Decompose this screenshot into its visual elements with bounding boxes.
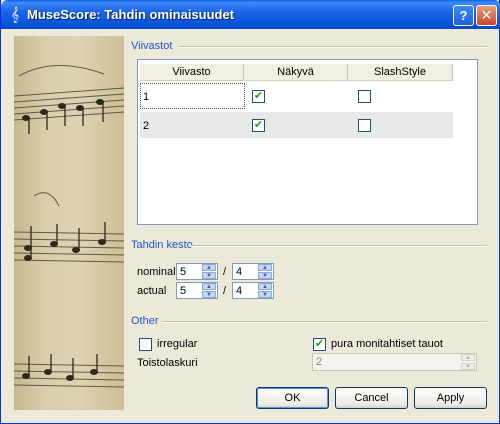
sheet-music-image — [14, 36, 124, 410]
irregular-checkbox[interactable] — [139, 338, 152, 351]
musescore-app-icon: 𝄞 — [10, 6, 20, 22]
column-header-staff[interactable]: Viivasto — [140, 64, 244, 81]
column-header-slashstyle[interactable]: SlashStyle — [348, 64, 453, 81]
nominal-label: nominal — [137, 266, 176, 278]
help-button[interactable]: ? — [453, 5, 474, 26]
spin-up-arrow-icon[interactable]: ▲ — [258, 264, 272, 271]
repeat-count-label: Toistolaskuri — [137, 357, 198, 369]
title-bar[interactable]: 𝄞 MuseScore: Tahdin ominaisuudet ? ✕ — [1, 0, 500, 29]
break-multimeasure-rests-checkbox[interactable]: ✔ — [313, 338, 326, 351]
spin-up-arrow-icon: ▲ — [461, 354, 475, 361]
spin-up-arrow-icon[interactable]: ▲ — [258, 283, 272, 290]
slashstyle-checkbox[interactable] — [358, 119, 371, 132]
staff-cell-editor[interactable] — [140, 83, 245, 109]
duration-section-divider — [191, 245, 487, 247]
fraction-separator: / — [223, 285, 227, 297]
other-section-divider — [162, 321, 487, 323]
irregular-label[interactable]: irregular — [157, 338, 197, 350]
spin-down-arrow-icon[interactable]: ▼ — [258, 272, 272, 279]
repeat-count-spinbox: 2 ▲ ▼ — [312, 353, 477, 371]
spin-value: 2 — [316, 356, 323, 368]
close-button[interactable]: ✕ — [476, 5, 497, 26]
visible-checkbox[interactable]: ✔ — [252, 119, 265, 132]
slashstyle-checkbox[interactable] — [358, 90, 371, 103]
column-header-visible[interactable]: Näkyvä — [244, 64, 348, 81]
nominal-denominator-spinbox[interactable]: 4 ▲ ▼ — [232, 263, 274, 280]
actual-label: actual — [137, 285, 167, 297]
duration-section-title: Tahdin kesto — [131, 239, 193, 251]
spin-up-arrow-icon[interactable]: ▲ — [202, 264, 216, 271]
window-title: MuseScore: Tahdin ominaisuudet — [27, 7, 235, 22]
other-section-title: Other — [131, 315, 159, 327]
ok-button[interactable]: OK — [256, 387, 329, 409]
spin-up-arrow-icon[interactable]: ▲ — [202, 283, 216, 290]
visible-checkbox[interactable]: ✔ — [252, 90, 265, 103]
spin-value: 4 — [236, 285, 243, 297]
actual-denominator-spinbox[interactable]: 4 ▲ ▼ — [232, 282, 274, 299]
staves-table[interactable]: Viivasto Näkyvä SlashStyle 1 ✔ 2 ✔ — [137, 59, 478, 225]
table-row[interactable]: 2 ✔ — [140, 112, 453, 138]
actual-numerator-spinbox[interactable]: 5 ▲ ▼ — [176, 282, 218, 299]
staff-number: 1 — [143, 91, 150, 103]
spin-down-arrow-icon[interactable]: ▼ — [202, 272, 216, 279]
nominal-numerator-spinbox[interactable]: 5 ▲ ▼ — [176, 263, 218, 280]
spin-value: 4 — [236, 266, 243, 278]
spin-down-arrow-icon[interactable]: ▼ — [258, 291, 272, 298]
staff-number: 2 — [143, 120, 150, 132]
cancel-button[interactable]: Cancel — [335, 387, 408, 409]
table-row[interactable]: 1 ✔ — [140, 83, 453, 109]
staves-section-divider — [179, 46, 487, 48]
break-multimeasure-rests-label[interactable]: pura monitahtiset tauot — [331, 338, 443, 350]
spin-value: 5 — [180, 266, 187, 278]
spin-value: 5 — [180, 285, 187, 297]
apply-button[interactable]: Apply — [414, 387, 487, 409]
dialog-window: 𝄞 MuseScore: Tahdin ominaisuudet ? ✕ Vii… — [0, 0, 500, 424]
spin-down-arrow-icon: ▼ — [461, 363, 475, 370]
spin-down-arrow-icon[interactable]: ▼ — [202, 291, 216, 298]
staves-section-title: Viivastot — [131, 40, 173, 52]
fraction-separator: / — [223, 266, 227, 278]
